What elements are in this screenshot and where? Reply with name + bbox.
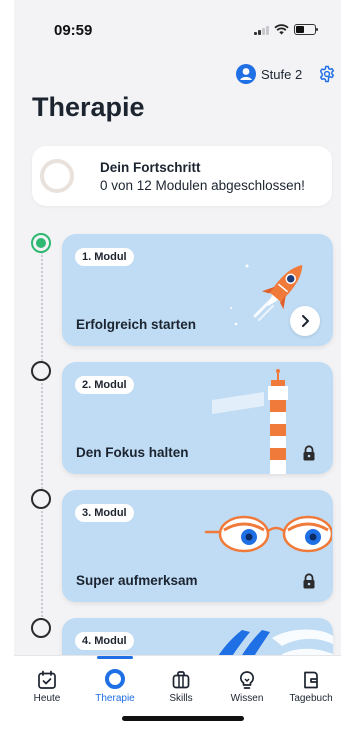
progress-title: Dein Fortschritt: [100, 160, 201, 175]
journal-icon: [304, 671, 318, 689]
chevron-right-icon: [302, 315, 309, 327]
page-title: Therapie: [32, 92, 145, 122]
module-badge: 3. Modul: [75, 504, 134, 522]
module-status-open-icon: [31, 618, 51, 638]
lock-icon: [303, 573, 315, 589]
glasses-illustration: [204, 515, 332, 553]
lightbulb-icon: [239, 671, 255, 689]
header: Stufe 2: [14, 62, 341, 88]
module-title: Super aufmerksam: [76, 573, 198, 588]
wifi-icon: [273, 24, 289, 35]
tab-wissen[interactable]: Wissen: [217, 662, 277, 704]
module-status-open-icon: [31, 361, 51, 381]
briefcase-icon: [172, 671, 190, 689]
level-button[interactable]: Stufe 2: [236, 64, 302, 84]
module-card[interactable]: 3. Modul Super aufmerksam: [62, 490, 333, 602]
tab-skills[interactable]: Skills: [151, 662, 211, 704]
tab-label: Therapie: [95, 693, 135, 704]
open-module-button[interactable]: [290, 306, 320, 336]
tab-label: Wissen: [230, 693, 264, 704]
app-screen: 09:59 Stufe 2 Therapie Dein Fortschritt …: [14, 0, 341, 729]
level-label: Stufe 2: [261, 66, 303, 82]
progress-subtitle: 0 von 12 Modulen abgeschlossen!: [100, 178, 305, 193]
gear-icon[interactable]: [318, 65, 336, 83]
module-title: Erfolgreich starten: [76, 317, 197, 332]
status-time: 09:59: [54, 22, 93, 39]
cellular-signal-icon: [254, 25, 269, 35]
tab-label: Heute: [33, 693, 61, 704]
module-title: Den Fokus halten: [76, 445, 189, 460]
module-status-done-icon: [31, 233, 51, 253]
module-badge: 2. Modul: [75, 376, 134, 394]
status-icons: [254, 24, 318, 35]
lock-icon: [303, 445, 315, 461]
ring-icon: [105, 669, 125, 689]
tab-therapie[interactable]: Therapie: [85, 662, 145, 704]
tab-label: Tagebuch: [289, 693, 333, 704]
timeline-line: [41, 252, 43, 632]
user-circle-icon: [236, 64, 256, 84]
battery-icon: [293, 24, 318, 35]
progress-card: Dein Fortschritt 0 von 12 Modulen abgesc…: [32, 146, 332, 206]
module-badge: 4. Modul: [75, 632, 134, 650]
active-tab-indicator: [97, 656, 133, 659]
home-indicator: [122, 716, 244, 721]
module-status-open-icon: [31, 489, 51, 509]
lighthouse-illustration: [212, 369, 288, 474]
calendar-check-icon: [38, 670, 56, 689]
progress-ring: [40, 159, 74, 193]
tab-tagebuch[interactable]: Tagebuch: [281, 662, 341, 704]
tab-label: Skills: [169, 693, 193, 704]
status-bar: 09:59: [14, 0, 341, 54]
module-card[interactable]: 1. Modul Erfolgreich starten: [62, 234, 333, 346]
module-card[interactable]: 2. Modul Den Fokus halten: [62, 362, 333, 474]
module-badge: 1. Modul: [75, 248, 134, 266]
tab-heute[interactable]: Heute: [17, 662, 77, 704]
